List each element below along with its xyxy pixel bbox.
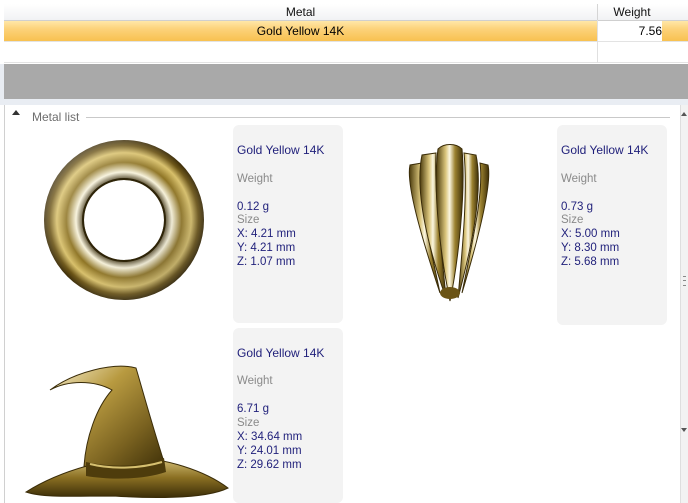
metal-info-card: Gold Yellow 14K Weight 0.12 g Size X: 4.… (233, 125, 343, 323)
table-row[interactable]: Gold Yellow 14K 7.56 (4, 21, 688, 42)
scroll-grip-icon[interactable] (683, 276, 686, 286)
size-x: X: 4.21 mm (237, 228, 296, 240)
metal-name: Gold Yellow 14K (237, 143, 325, 157)
weight-label: Weight (237, 173, 273, 185)
ring-torus-icon[interactable] (40, 138, 216, 304)
weight-value: 0.12 g (237, 201, 269, 213)
size-z: Z: 5.68 mm (561, 256, 620, 268)
size-z: Z: 1.07 mm (237, 256, 296, 268)
size-x: X: 34.64 mm (237, 431, 303, 443)
fluted-bail-icon[interactable] (400, 143, 510, 303)
size-z: Z: 29.62 mm (237, 459, 302, 471)
grid-header: Metal Weight (4, 4, 688, 21)
scroll-up-arrow-icon[interactable] (681, 112, 687, 116)
weight-value: 6.71 g (237, 403, 269, 415)
column-header-weight[interactable]: Weight (598, 4, 666, 20)
metal-info-card: Gold Yellow 14K Weight 6.71 g Size X: 34… (233, 328, 343, 503)
cell-metal: Gold Yellow 14K (256, 24, 345, 38)
size-y: Y: 4.21 mm (237, 242, 296, 254)
vertical-scrollbar[interactable] (680, 105, 688, 503)
size-label: Size (237, 214, 260, 226)
grid-empty-area (4, 64, 688, 99)
metal-name: Gold Yellow 14K (561, 143, 649, 157)
column-divider (597, 20, 598, 63)
group-title: Metal list (32, 110, 84, 124)
scroll-down-arrow-icon[interactable] (681, 428, 687, 432)
witch-hat-icon[interactable] (24, 358, 232, 500)
metal-info-card: Gold Yellow 14K Weight 0.73 g Size X: 5.… (557, 125, 667, 325)
size-label: Size (561, 214, 584, 226)
size-label: Size (237, 417, 260, 429)
metal-weight-grid: Metal Weight Gold Yellow 14K 7.56 (0, 0, 688, 65)
weight-label: Weight (561, 173, 597, 185)
column-header-metal[interactable]: Metal (4, 4, 598, 20)
empty-row (4, 42, 688, 63)
metal-name: Gold Yellow 14K (237, 346, 325, 360)
weight-value: 0.73 g (561, 201, 593, 213)
size-x: X: 5.00 mm (561, 228, 620, 240)
size-y: Y: 24.01 mm (237, 445, 302, 457)
group-separator (86, 117, 670, 118)
weight-label: Weight (237, 375, 273, 387)
size-y: Y: 8.30 mm (561, 242, 620, 254)
collapse-triangle-icon[interactable] (12, 110, 20, 115)
cell-weight: 7.56 (598, 21, 662, 41)
